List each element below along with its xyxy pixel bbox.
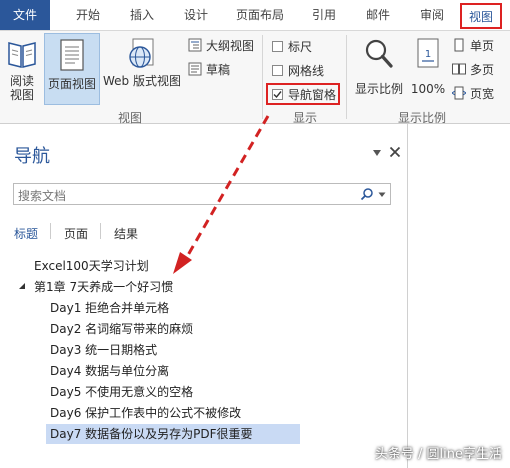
separator — [262, 35, 263, 119]
page-width-button[interactable]: 页宽 — [452, 85, 506, 103]
read-mode-label: 阅读视图 — [9, 74, 34, 102]
web-layout-label: Web 版式视图 — [103, 74, 181, 88]
chevron-down-icon[interactable] — [378, 192, 386, 198]
ruler-checkbox[interactable] — [272, 41, 283, 52]
outline-button[interactable]: 大纲视图 — [188, 37, 258, 55]
multi-page-button[interactable]: 多页 — [452, 61, 506, 79]
tab-insert[interactable]: 插入 — [124, 0, 160, 30]
draft-icon — [188, 62, 202, 76]
navigation-pane: 导航 搜索文档 标题 页面 结果 Excel100天学习计划 第1章 7天养成一… — [0, 124, 408, 468]
tree-item[interactable]: Day6 保护工作表中的公式不被修改 — [50, 403, 241, 423]
tab-pages[interactable]: 页面 — [64, 225, 88, 242]
nav-pane-label: 导航窗格 — [288, 88, 337, 102]
search-placeholder: 搜索文档 — [18, 189, 67, 203]
tab-layout[interactable]: 页面布局 — [230, 0, 290, 30]
collapse-triangle-icon[interactable] — [18, 282, 26, 290]
separator — [346, 35, 347, 119]
magnifier-icon — [365, 39, 393, 68]
web-layout-button[interactable]: Web 版式视图 — [100, 37, 184, 88]
tab-review[interactable]: 审阅 — [414, 0, 450, 30]
zoom-100-icon: 1 — [417, 38, 439, 68]
book-icon — [8, 42, 36, 68]
outline-icon — [188, 38, 202, 52]
close-icon[interactable] — [389, 146, 401, 158]
tree-item[interactable]: 第1章 7天养成一个好习惯 — [34, 277, 173, 297]
separator — [50, 223, 51, 239]
zoom-label: 显示比例 — [354, 82, 403, 96]
read-mode-button[interactable]: 阅读视图 — [2, 37, 42, 102]
tab-headings[interactable]: 标题 — [14, 225, 38, 242]
tab-design[interactable]: 设计 — [178, 0, 214, 30]
multi-page-icon — [452, 63, 466, 75]
tree-item[interactable]: Day2 名词缩写带来的麻烦 — [50, 319, 193, 339]
multi-page-label: 多页 — [470, 63, 495, 77]
pane-title: 导航 — [14, 146, 50, 167]
tree-item[interactable]: Day5 不使用无意义的空格 — [50, 382, 193, 402]
tab-references[interactable]: 引用 — [306, 0, 342, 30]
draft-button[interactable]: 草稿 — [188, 61, 238, 79]
separator — [100, 223, 101, 239]
globe-icon — [129, 38, 154, 68]
nav-pane-checkbox[interactable] — [272, 89, 283, 100]
ribbon-tab-bar: 文件 开始 插入 设计 页面布局 引用 邮件 审阅 视图 — [0, 0, 510, 30]
tab-results[interactable]: 结果 — [114, 225, 138, 242]
tree-item[interactable]: Day3 统一日期格式 — [50, 340, 157, 360]
zoom-100-label: 100% — [410, 82, 446, 96]
search-icon[interactable] — [360, 187, 374, 201]
pane-options-icon[interactable] — [372, 149, 382, 157]
svg-text:1: 1 — [425, 49, 431, 60]
ribbon: 阅读视图 页面视图 Web 版式视图 大纲视图 草稿 视图 标尺 网格线 导航窗… — [0, 30, 510, 125]
print-layout-button[interactable]: 页面视图 — [44, 33, 100, 105]
tab-view[interactable]: 视图 — [460, 3, 502, 29]
one-page-label: 单页 — [470, 39, 495, 53]
tab-home[interactable]: 开始 — [70, 0, 106, 30]
tree-item[interactable]: Day4 数据与单位分离 — [50, 361, 169, 381]
tab-mailings[interactable]: 邮件 — [360, 0, 396, 30]
page-width-icon — [452, 86, 466, 100]
watermark: 头条号 / 圆line享生活 — [374, 447, 502, 462]
page-width-label: 页宽 — [470, 87, 495, 101]
print-layout-label: 页面视图 — [47, 77, 96, 91]
outline-label: 大纲视图 — [206, 39, 255, 53]
gridlines-label: 网格线 — [288, 64, 325, 78]
tree-item-selected[interactable]: Day7 数据备份以及另存为PDF很重要 — [46, 424, 300, 444]
zoom-100-button[interactable]: 1 100% — [408, 37, 448, 96]
checkmark-icon — [273, 91, 282, 99]
tree-item[interactable]: Excel100天学习计划 — [34, 256, 149, 276]
ruler-label: 标尺 — [288, 40, 313, 54]
tree-item[interactable]: Day1 拒绝合并单元格 — [50, 298, 169, 318]
one-page-button[interactable]: 单页 — [452, 37, 506, 55]
draft-label: 草稿 — [206, 63, 231, 77]
page-icon — [60, 39, 84, 71]
gridlines-checkbox[interactable] — [272, 65, 283, 76]
search-input[interactable]: 搜索文档 — [13, 183, 391, 205]
zoom-button[interactable]: 显示比例 — [352, 37, 406, 96]
one-page-icon — [454, 38, 464, 52]
tab-file[interactable]: 文件 — [0, 0, 50, 30]
